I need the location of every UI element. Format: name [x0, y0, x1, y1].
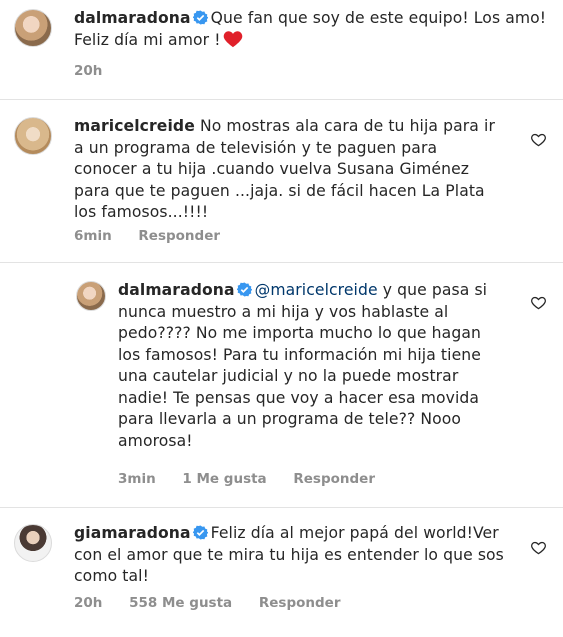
avatar[interactable]	[14, 524, 52, 562]
divider	[0, 99, 563, 100]
likes-count[interactable]: 558 Me gusta	[129, 595, 232, 611]
comment-text: dalmaradona Que fan que soy de este equip…	[74, 8, 554, 51]
comment-text: dalmaradona @maricelcreide y que pasa si …	[118, 280, 503, 452]
divider	[0, 262, 563, 263]
comment-meta: 3min 1 Me gusta Responder	[118, 471, 397, 487]
comment-text: giamaradona Feliz día al mejor papá del w…	[74, 523, 504, 588]
red-heart-emoji-icon	[223, 30, 242, 47]
avatar[interactable]	[14, 117, 52, 155]
comment-time: 20h	[74, 595, 103, 611]
comment-text: maricelcreide No mostras ala cara de tu …	[74, 116, 502, 224]
comment-meta: 6min Responder	[74, 228, 242, 244]
avatar[interactable]	[76, 281, 106, 311]
username[interactable]: giamaradona	[74, 524, 191, 542]
verified-badge-icon	[236, 282, 252, 297]
avatar[interactable]	[14, 9, 52, 47]
verified-badge-icon	[192, 525, 208, 540]
reply-button[interactable]: Responder	[293, 471, 375, 487]
username[interactable]: dalmaradona	[118, 281, 235, 299]
heart-outline-icon[interactable]	[531, 296, 546, 310]
comment-time: 3min	[118, 471, 156, 487]
divider	[0, 507, 563, 508]
reply-button[interactable]: Responder	[138, 228, 220, 244]
heart-outline-icon[interactable]	[531, 541, 546, 555]
mention-link[interactable]: @maricelcreide	[255, 281, 378, 299]
username[interactable]: dalmaradona	[74, 9, 191, 27]
reply-button[interactable]: Responder	[259, 595, 341, 611]
comment-meta: 20h	[74, 63, 124, 79]
comment-meta: 20h 558 Me gusta Responder	[74, 595, 362, 611]
comment-time: 6min	[74, 228, 112, 244]
verified-badge-icon	[192, 10, 208, 25]
comment-body: y que pasa si nunca muestro a mi hija y …	[118, 281, 488, 450]
heart-outline-icon[interactable]	[531, 133, 546, 147]
likes-count[interactable]: 1 Me gusta	[182, 471, 266, 487]
username[interactable]: maricelcreide	[74, 117, 195, 135]
comment-time: 20h	[74, 63, 103, 79]
